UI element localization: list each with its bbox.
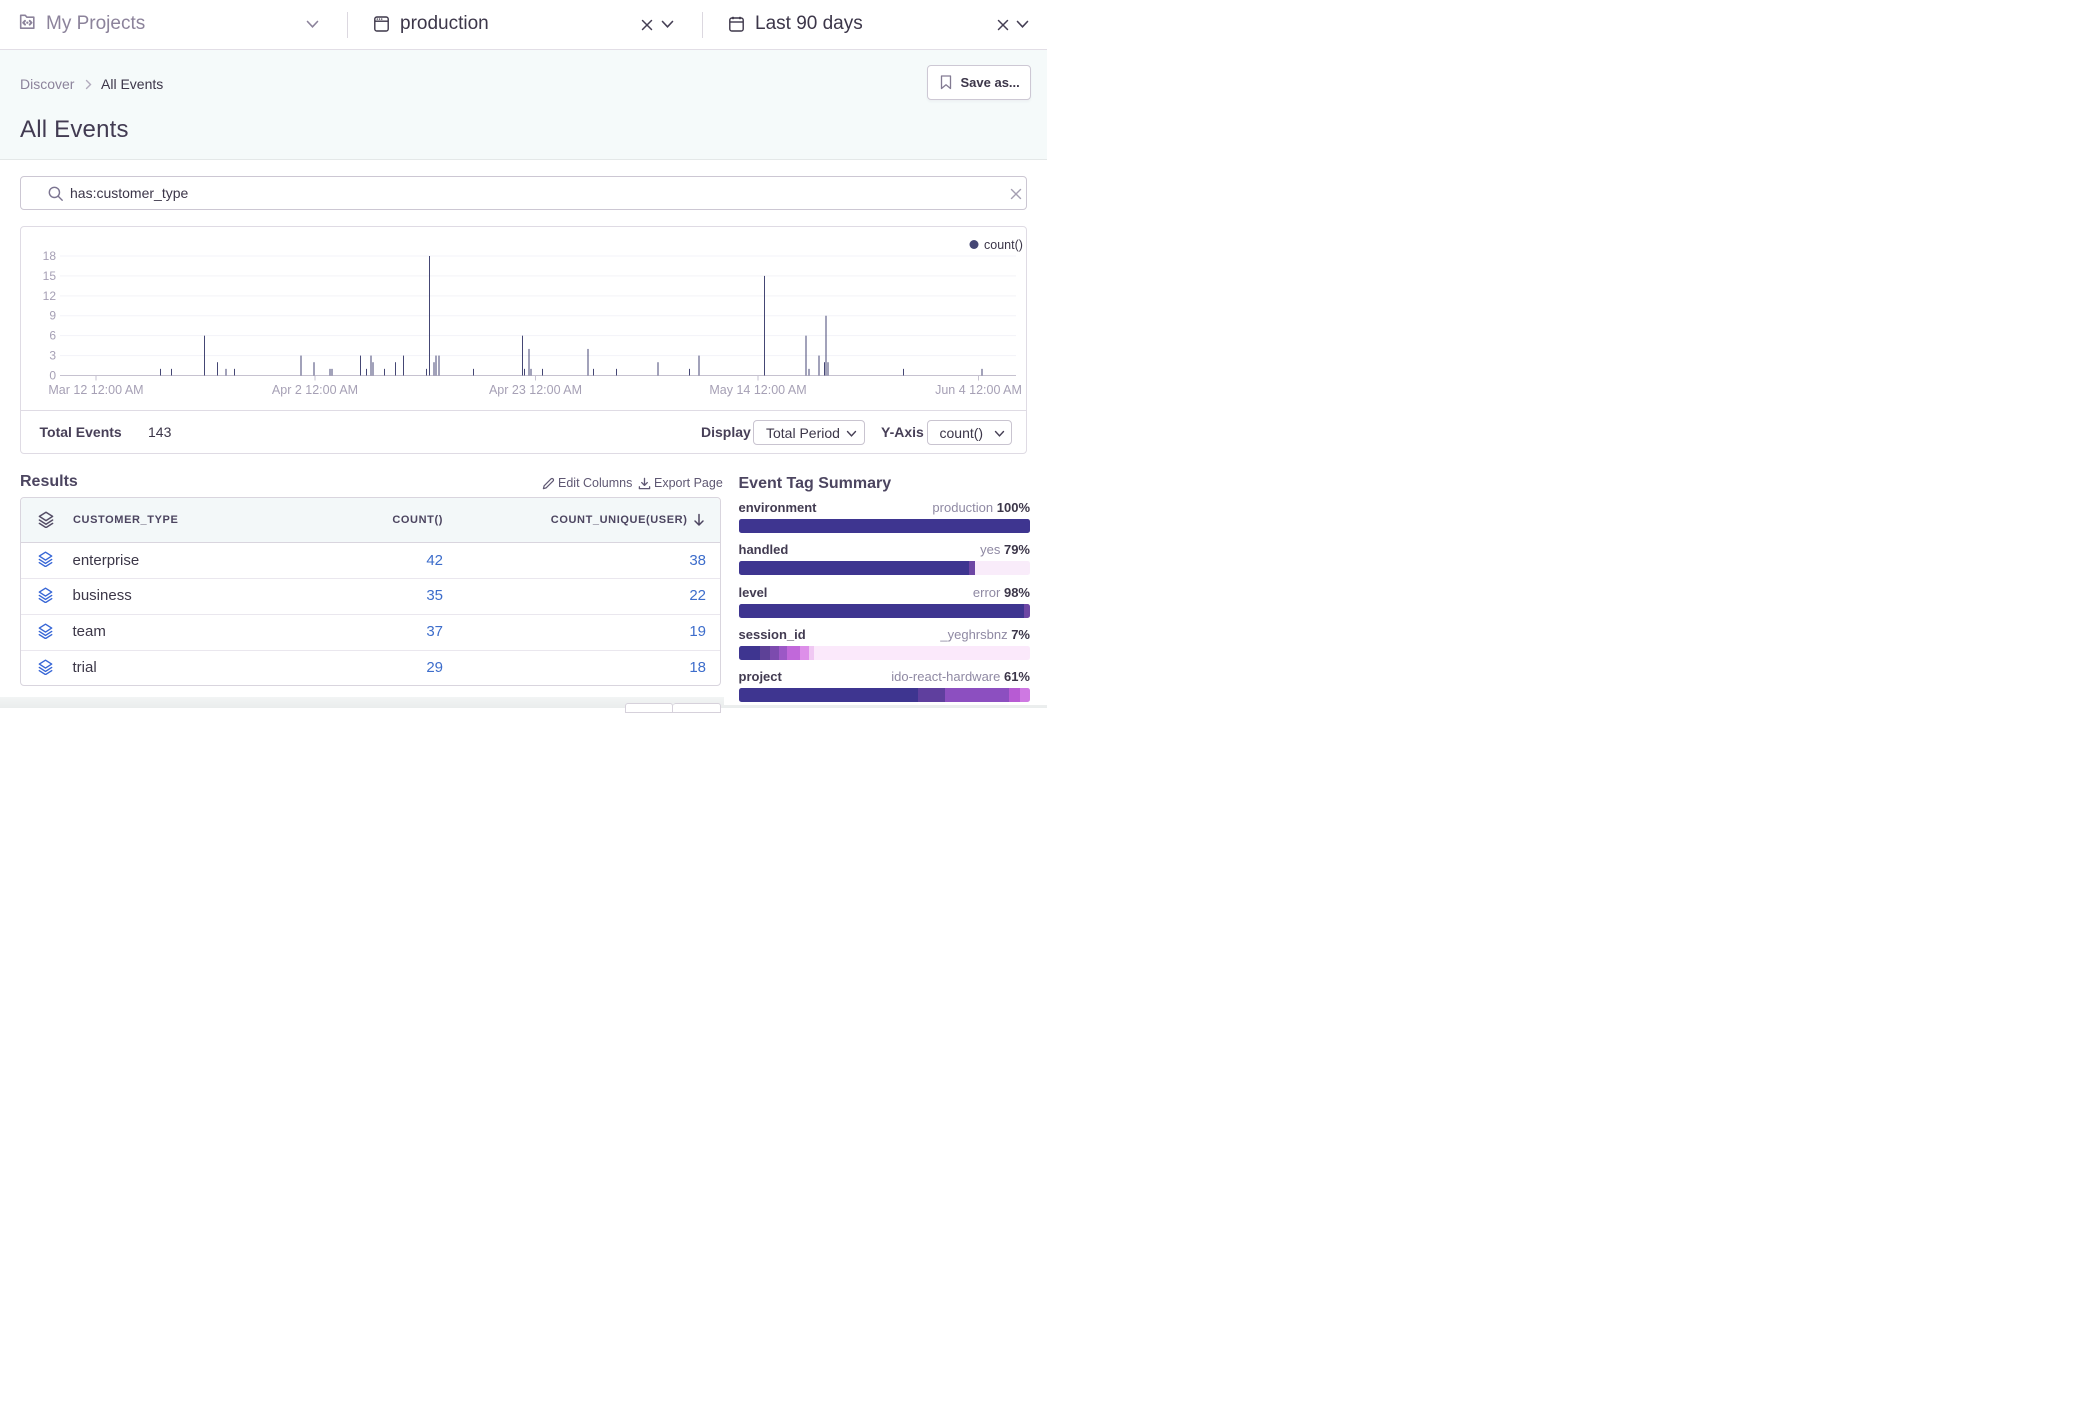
svg-text:Mar 12 12:00 AM: Mar 12 12:00 AM — [48, 383, 143, 397]
svg-text:3: 3 — [49, 349, 56, 363]
svg-text:18: 18 — [43, 249, 57, 263]
svg-text:May 14 12:00 AM: May 14 12:00 AM — [709, 383, 806, 397]
svg-text:count(): count() — [984, 238, 1023, 252]
svg-text:15: 15 — [43, 269, 57, 283]
svg-text:Jun 4 12:00 AM: Jun 4 12:00 AM — [935, 383, 1022, 397]
svg-text:6: 6 — [49, 329, 56, 343]
svg-text:Apr 23 12:00 AM: Apr 23 12:00 AM — [489, 383, 582, 397]
svg-text:9: 9 — [49, 309, 56, 323]
svg-text:0: 0 — [49, 369, 56, 383]
svg-text:12: 12 — [43, 289, 57, 303]
svg-text:Apr 2 12:00 AM: Apr 2 12:00 AM — [272, 383, 358, 397]
